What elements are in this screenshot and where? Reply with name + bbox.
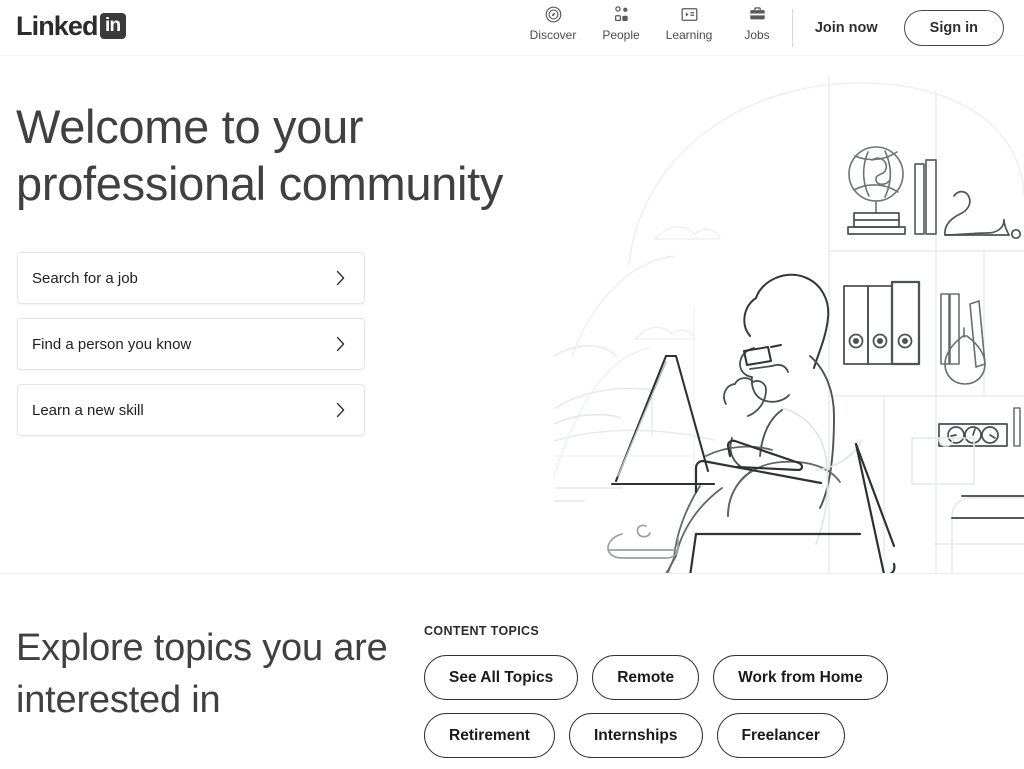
topic-pill-freelancer[interactable]: Freelancer — [716, 713, 845, 758]
nav-label-jobs: Jobs — [744, 28, 770, 42]
cta-card-search-job[interactable]: Search for a job — [17, 252, 365, 304]
learning-video-icon — [680, 3, 699, 25]
topic-pill-internships[interactable]: Internships — [568, 713, 703, 758]
primary-nav: Discover People Learning Jobs — [519, 3, 791, 42]
page-title: Welcome to your professional community — [16, 100, 504, 210]
topics-panel: CONTENT TOPICS See All Topics Remote Wor… — [424, 624, 1014, 769]
topic-pill-row: See All Topics Remote Work from Home — [424, 655, 1014, 700]
topic-pill-retirement[interactable]: Retirement — [424, 713, 555, 758]
header-divider — [791, 9, 793, 47]
sign-in-button[interactable]: Sign in — [903, 10, 1004, 46]
cta-label: Find a person you know — [32, 335, 192, 353]
content-topics-label: CONTENT TOPICS — [424, 624, 540, 638]
topic-pill-remote[interactable]: Remote — [592, 655, 700, 700]
topic-pill-work-from-home[interactable]: Work from Home — [713, 655, 888, 700]
nav-label-people: People — [602, 28, 640, 42]
nav-item-jobs[interactable]: Jobs — [723, 3, 791, 42]
topics-title: Explore topics you are interested in — [16, 627, 388, 721]
briefcase-icon — [748, 3, 767, 25]
hero-section: Welcome to your professional community S… — [0, 56, 1024, 574]
site-header: Linked in Discover People Learning Jobs … — [0, 0, 1024, 56]
cta-label: Search for a job — [32, 269, 138, 287]
chevron-right-icon — [334, 335, 347, 354]
cta-label: Learn a new skill — [32, 401, 144, 419]
chevron-right-icon — [334, 269, 347, 288]
linkedin-logo-icon: in — [99, 13, 126, 39]
nav-item-people[interactable]: People — [587, 3, 655, 42]
cta-card-find-person[interactable]: Find a person you know — [17, 318, 365, 370]
topic-pill-see-all-topics[interactable]: See All Topics — [424, 655, 579, 700]
auth-actions: Join now Sign in — [791, 0, 1004, 56]
nav-item-discover[interactable]: Discover — [519, 3, 587, 42]
join-now-link[interactable]: Join now — [815, 20, 878, 36]
topics-section: Explore topics you are interested in CON… — [0, 574, 1024, 768]
linkedin-logo[interactable]: Linked in — [16, 10, 126, 42]
people-group-icon — [612, 3, 631, 25]
topic-pill-rows: See All Topics Remote Work from Home Ret… — [424, 655, 1014, 758]
nav-item-learning[interactable]: Learning — [655, 3, 723, 42]
topic-pill-row: Retirement Internships Freelancer — [424, 713, 1014, 758]
nav-label-discover: Discover — [529, 28, 577, 42]
compass-icon — [544, 3, 563, 25]
logo-in-text: in — [104, 14, 121, 36]
cta-card-learn-skill[interactable]: Learn a new skill — [17, 384, 365, 436]
hero-illustration — [553, 56, 1024, 573]
nav-label-learning: Learning — [665, 28, 713, 42]
hero-cta-list: Search for a job Find a person you know … — [17, 252, 365, 450]
chevron-right-icon — [334, 401, 347, 420]
logo-wordmark: Linked — [16, 10, 99, 41]
